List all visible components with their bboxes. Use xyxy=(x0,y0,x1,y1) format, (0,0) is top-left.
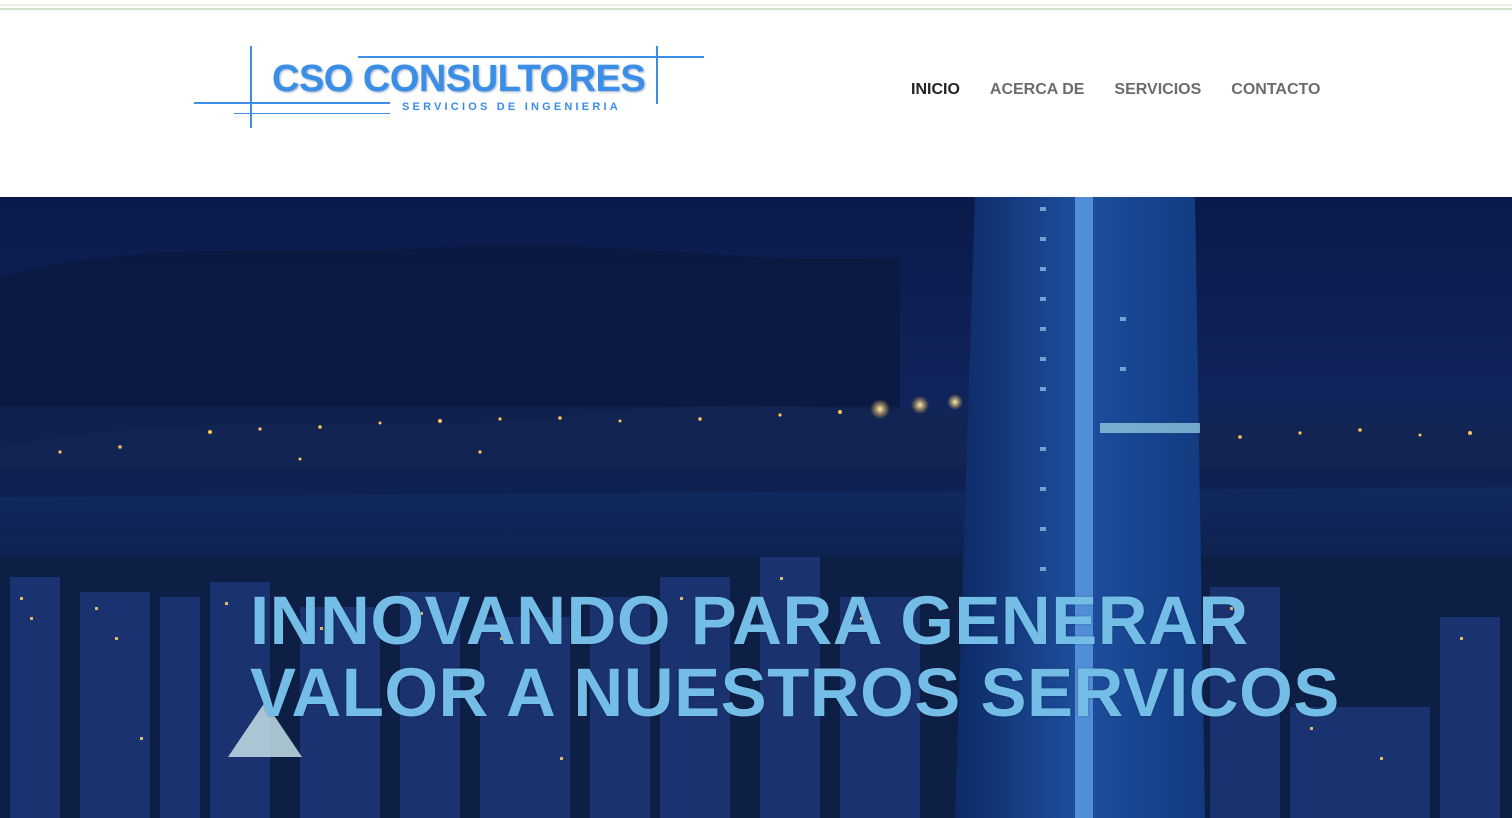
nav-item-servicios[interactable]: SERVICIOS xyxy=(1099,78,1216,104)
main-nav: INICIO ACERCA DE SERVICIOS CONTACTO xyxy=(896,78,1335,104)
nav-item-inicio[interactable]: INICIO xyxy=(896,78,975,104)
nav-item-acerca-de[interactable]: ACERCA DE xyxy=(975,78,1100,104)
site-logo[interactable]: CSO CONSULTORES SERVICIOS DE INGENIERIA xyxy=(194,46,706,128)
hero-headline-line-2: VALOR A NUESTROS SERVICOS xyxy=(250,654,1340,731)
nav-item-contacto[interactable]: CONTACTO xyxy=(1216,78,1335,104)
site-header: CSO CONSULTORES SERVICIOS DE INGENIERIA … xyxy=(0,10,1512,197)
top-accent-bar xyxy=(0,0,1512,10)
logo-subtitle: SERVICIOS DE INGENIERIA xyxy=(402,101,621,113)
logo-title: CSO CONSULTORES xyxy=(272,58,646,100)
hero-headline: INNOVANDO PARA GENERAR VALOR A NUESTROS … xyxy=(250,585,1350,729)
hero-headline-line-1: INNOVANDO PARA GENERAR xyxy=(250,582,1249,659)
hero-banner: INNOVANDO PARA GENERAR VALOR A NUESTROS … xyxy=(0,197,1512,818)
